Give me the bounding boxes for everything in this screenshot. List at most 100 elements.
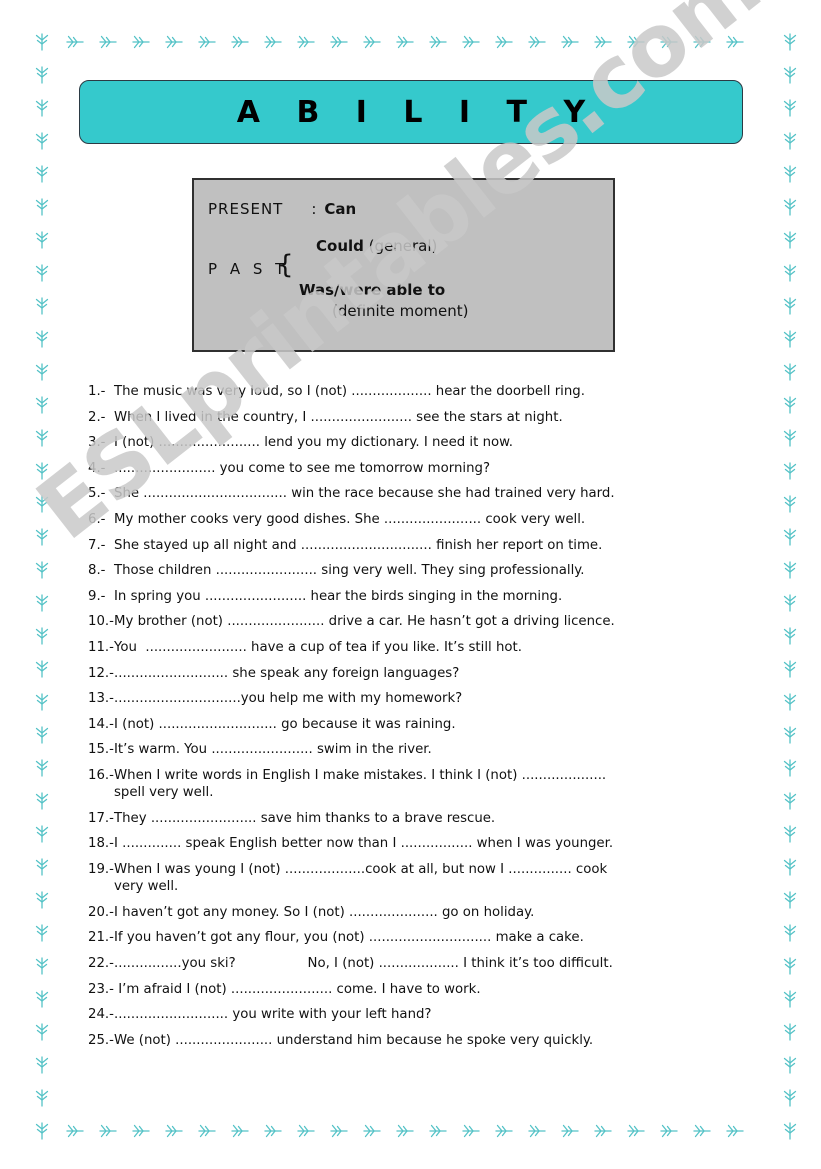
exercise-number: 1.-	[88, 384, 106, 399]
exercise-sentence: In spring you ........................ h…	[114, 588, 563, 604]
exercise-sentence: She .................................. w…	[114, 486, 615, 502]
exercise-item: 20.- I haven’t got any money. So I (not) …	[88, 904, 748, 920]
exercise-sentence: My brother (not) .......................…	[114, 614, 615, 630]
exercise-item: 21.- If you haven’t got any flour, you (n…	[88, 930, 748, 946]
exercise-sentence: Those children ........................ …	[114, 563, 585, 579]
border-sprig-bottom	[493, 1120, 515, 1142]
border-sprig-right	[779, 394, 801, 416]
exercise-number: 9.-	[88, 588, 106, 604]
exercise-sentence: I haven’t got any money. So I (not) ....…	[114, 904, 535, 920]
exercise-number: 16.-	[88, 767, 114, 783]
exercise-number: 20.-	[88, 904, 114, 920]
border-sprig-right	[779, 64, 801, 86]
exercise-number: 11.-	[88, 639, 114, 655]
exercise-item: 11.- You ........................ have a …	[88, 639, 748, 655]
border-sprig-right	[779, 625, 801, 647]
exercise-item: 6.- My mother cooks very good dishes. She…	[88, 513, 748, 527]
page-title: A B I L I T Y	[236, 94, 599, 130]
border-sprig-left	[31, 1054, 53, 1076]
exercise-item: 14.- I (not) ............................…	[88, 717, 748, 731]
border-sprig-right	[779, 295, 801, 317]
border-sprig-left	[31, 955, 53, 977]
title-banner: A B I L I T Y	[79, 80, 743, 144]
exercise-sentence: The music was very loud, so I (not) ....…	[114, 384, 585, 399]
border-sprig-right	[779, 592, 801, 614]
exercise-number: 17.-	[88, 810, 114, 826]
border-sprig-left	[31, 460, 53, 482]
present-label: PRESENT	[208, 200, 284, 218]
exercise-sentence: They ......................... save him …	[114, 810, 496, 826]
border-sprig-top	[724, 31, 746, 53]
border-sprig-left	[31, 97, 53, 119]
border-sprig-top	[493, 31, 515, 53]
border-sprig-bottom	[64, 1120, 86, 1142]
border-sprig-bottom	[427, 1120, 449, 1142]
border-sprig-left	[31, 559, 53, 581]
border-sprig-left	[31, 691, 53, 713]
border-sprig-bottom	[229, 1120, 251, 1142]
border-sprig-bottom	[691, 1120, 713, 1142]
border-sprig-top	[262, 31, 284, 53]
border-sprig-right	[779, 1087, 801, 1109]
exercise-item: 5.- She .................................…	[88, 486, 748, 502]
border-sprig-left	[31, 262, 53, 284]
border-sprig-left	[31, 724, 53, 746]
border-sprig-right	[779, 691, 801, 713]
border-sprig-bottom	[295, 1120, 317, 1142]
border-sprig-right	[779, 922, 801, 944]
exercise-item: 19.- When I was young I (not) ...........…	[88, 863, 748, 894]
border-sprig-bottom	[460, 1120, 482, 1142]
border-sprig-right	[779, 1054, 801, 1076]
border-sprig-left	[31, 526, 53, 548]
present-colon: :	[311, 200, 317, 218]
border-sprig-top	[97, 31, 119, 53]
border-sprig-left	[31, 130, 53, 152]
border-sprig-left	[31, 790, 53, 812]
exercise-item: 22.- ................you ski? No, I (not)…	[88, 956, 748, 972]
exercise-item: 17.- They ......................... save …	[88, 810, 748, 826]
exercise-number: 18.-	[88, 836, 114, 852]
worksheet-page: ESLprintables.com A B I L I T Y PRESENT:…	[0, 0, 821, 1169]
exercise-sentence: I (not) ........................ lend yo…	[114, 435, 514, 451]
border-sprig-bottom	[592, 1120, 614, 1142]
border-sprig-bottom	[658, 1120, 680, 1142]
border-sprig-right	[779, 889, 801, 911]
border-sprig-left	[31, 394, 53, 416]
exercise-number: 21.-	[88, 930, 114, 946]
border-sprig-right	[779, 196, 801, 218]
border-sprig-right	[779, 526, 801, 548]
border-sprig-left	[31, 493, 53, 515]
border-sprig-left	[31, 64, 53, 86]
border-sprig-left	[31, 295, 53, 317]
border-sprig-bottom	[196, 1120, 218, 1142]
border-sprig-right	[779, 790, 801, 812]
exercise-item: 9.- In spring you .......................…	[88, 588, 748, 604]
grammar-reference-box: PRESENT: Can P A S T { Could (general) Wa…	[192, 178, 615, 352]
border-sprig-top	[196, 31, 218, 53]
border-sprig-left	[31, 625, 53, 647]
exercise-number: 2.-	[88, 409, 106, 425]
exercise-sentence: When I lived in the country, I .........…	[114, 409, 563, 425]
exercise-sentence: She stayed up all night and ............…	[114, 537, 603, 553]
border-sprig-right	[779, 163, 801, 185]
exercise-number: 22.-	[88, 956, 114, 972]
border-sprig-top	[394, 31, 416, 53]
exercise-sentence-continuation: very well.	[114, 879, 179, 895]
exercise-number: 24.-	[88, 1007, 114, 1023]
border-sprig-left	[31, 31, 53, 53]
border-sprig-left	[31, 658, 53, 680]
border-sprig-bottom	[97, 1120, 119, 1142]
border-sprig-top	[328, 31, 350, 53]
border-sprig-top	[559, 31, 581, 53]
border-sprig-top	[658, 31, 680, 53]
border-sprig-top	[427, 31, 449, 53]
exercise-item: 18.- I .............. speak English bette…	[88, 836, 748, 852]
exercise-item: 4.- ........................ you come to …	[88, 461, 748, 475]
exercise-sentence: If you haven’t got any flour, you (not) …	[114, 930, 584, 946]
border-sprig-right	[779, 1120, 801, 1142]
border-sprig-top	[460, 31, 482, 53]
exercise-list: 1.- The music was very loud, so I (not) .…	[88, 385, 748, 1059]
border-sprig-left	[31, 988, 53, 1010]
border-sprig-bottom	[361, 1120, 383, 1142]
border-sprig-left	[31, 196, 53, 218]
